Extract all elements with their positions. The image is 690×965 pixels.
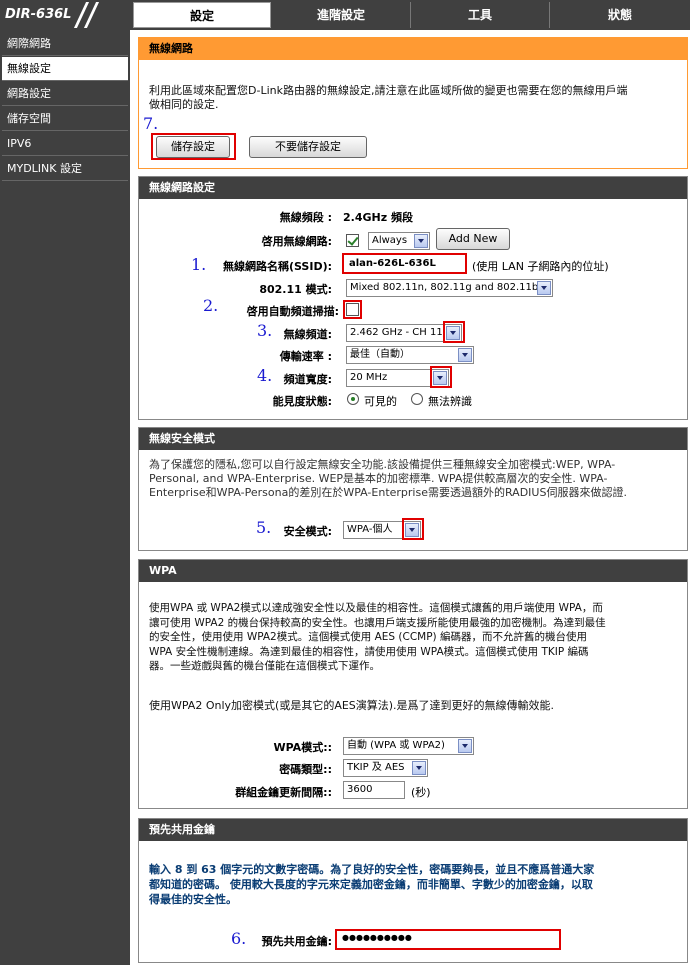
security-mode-panel: 無線安全模式 為了保護您的隱私,您可以自行設定無線安全功能.該設備提供三種無線安…: [138, 427, 688, 551]
sidebar-item-wireless[interactable]: 無線設定: [2, 57, 128, 81]
panel-title: 無線安全模式: [139, 428, 687, 450]
top-navigation-bar: DIR-636L 設定 進階設定 工具 狀態: [0, 0, 690, 30]
psk-description: 輸入 8 到 63 個字元的文數字密碼。為了良好的安全性，密碼要夠長，並且不應爲…: [149, 862, 684, 907]
channel-label: 無線頻道:: [283, 328, 332, 341]
sidebar-item-storage[interactable]: 儲存空間: [2, 107, 128, 131]
wireless-mode-select[interactable]: Mixed 802.11n, 802.11g and 802.11b: [346, 279, 553, 297]
wpa-mode-select[interactable]: 自動 (WPA 或 WPA2): [343, 737, 474, 755]
channel-width-value: 20 MHz: [350, 372, 388, 383]
tab-tools[interactable]: 工具: [411, 2, 549, 28]
description-line: 利用此區域來配置您D-Link路由器的無線設定,請注意在此區域所做的變更也需要在…: [149, 84, 628, 97]
wpa2-only-note: 使用WPA2 Only加密模式(或是其它的AES演算法).是爲了達到更好的無線傳…: [149, 699, 555, 712]
cipher-type-label: 密碼類型::: [279, 763, 332, 776]
rekey-interval-input[interactable]: 3600: [343, 781, 405, 799]
security-mode-label: 安全模式:: [283, 525, 332, 538]
visible-label: 可見的: [364, 395, 397, 408]
mode-label: 802.11 模式:: [259, 283, 332, 296]
description-line: WPA 安全性機制連線。為達到最佳的相容性，請使用使用 WPA模式。這個模式使用…: [149, 645, 589, 658]
description-line: 的安全性，使用使用 WPA2模式。這個模式使用 AES (CCMP) 編碼器，而…: [149, 631, 587, 643]
brand-logo: DIR-636L: [0, 0, 130, 30]
description-line: 使用WPA 或 WPA2模式以達成強安全性以及最佳的相容性。這個模式讓舊的用戶端…: [149, 602, 603, 614]
add-new-schedule-button[interactable]: Add New: [436, 228, 510, 250]
channel-width-label: 頻道寬度:: [283, 373, 332, 386]
ssid-label: 無線網路名稱(SSID):: [222, 260, 332, 273]
panel-title: 無線網路: [139, 38, 687, 60]
visibility-label: 能見度狀態:: [272, 395, 332, 408]
tx-rate-select[interactable]: 最佳（自動）: [346, 346, 474, 364]
wpa-panel: WPA 使用WPA 或 WPA2模式以達成強安全性以及最佳的相容性。這個模式讓舊…: [138, 559, 688, 809]
chevron-down-icon: [414, 234, 428, 248]
save-settings-button[interactable]: 儲存設定: [156, 136, 230, 158]
step-number: 7.: [143, 114, 159, 133]
wpa-description: 使用WPA 或 WPA2模式以達成強安全性以及最佳的相容性。這個模式讓舊的用戶端…: [149, 601, 687, 674]
panel-title: 無線網路設定: [139, 177, 687, 199]
enable-wireless-label: 啓用無線網路:: [261, 235, 332, 248]
cipher-type-select[interactable]: TKIP 及 AES: [343, 759, 428, 777]
ssid-input[interactable]: alan-626L-636L: [349, 258, 436, 269]
ssid-note: (使用 LAN 子網路內的位址): [472, 260, 609, 273]
wpa-mode-value: 自動 (WPA 或 WPA2): [347, 740, 445, 751]
highlight-box: [430, 366, 452, 388]
description-line: 得最佳的安全性。: [149, 893, 237, 906]
visible-radio[interactable]: [347, 393, 359, 405]
wpa-mode-label: WPA模式::: [273, 741, 333, 754]
tx-rate-value: 最佳（自動）: [350, 349, 410, 360]
sidebar-item-internet[interactable]: 網際網路: [2, 32, 128, 56]
chevron-down-icon: [412, 761, 426, 775]
auto-channel-label: 啓用自動頻道掃描:: [246, 305, 339, 318]
chevron-down-icon: [458, 739, 472, 753]
invisible-label: 無法辨識: [428, 395, 472, 408]
highlight-box: [402, 518, 424, 540]
dont-save-settings-button[interactable]: 不要儲存設定: [249, 136, 367, 158]
invisible-radio[interactable]: [411, 393, 423, 405]
panel-title: WPA: [139, 560, 687, 582]
schedule-value: Always: [372, 235, 408, 246]
wireless-network-panel: 無線網路 利用此區域來配置您D-Link路由器的無線設定,請注意在此區域所做的變…: [138, 37, 688, 169]
sidebar-item-ipv6[interactable]: IPV6: [2, 132, 128, 156]
security-mode-value: WPA-個人: [347, 524, 393, 535]
cipher-type-value: TKIP 及 AES: [347, 762, 405, 773]
rekey-interval-label: 群組金鑰更新間隔::: [235, 786, 332, 799]
auto-channel-checkbox[interactable]: [346, 303, 359, 316]
channel-value: 2.462 GHz - CH 11: [350, 327, 443, 338]
chevron-down-icon: [537, 281, 551, 295]
wireless-mode-value: Mixed 802.11n, 802.11g and 802.11b: [350, 282, 539, 293]
description-line: Enterprise和WPA-Persona的差別在於WPA-Enterpris…: [149, 486, 627, 499]
pre-shared-key-panel: 預先共用金鑰 輸入 8 到 63 個字元的文數字密碼。為了良好的安全性，密碼要夠…: [138, 818, 688, 963]
highlight-box: [443, 321, 465, 343]
chevron-down-icon: [458, 348, 472, 362]
rekey-unit: (秒): [411, 786, 431, 799]
band-value: 2.4GHz 頻段: [343, 211, 413, 224]
model-name: DIR-636L: [5, 7, 72, 22]
sidebar-item-mydlink[interactable]: MYDLINK 設定: [2, 157, 128, 181]
tab-setup[interactable]: 設定: [133, 2, 271, 28]
description-line: 器。一些遊戲與舊的機台僅能在這個模式下運作。: [149, 660, 380, 672]
sidebar: 網際網路 無線設定 網路設定 儲存空間 IPV6 MYDLINK 設定: [0, 30, 130, 965]
description-line: Personal, and WPA-Enterprise. WEP是基本的加密標…: [149, 472, 608, 485]
sidebar-item-network[interactable]: 網路設定: [2, 82, 128, 106]
description-line: 都知道的密碼。 使用較大長度的字元來定義加密金鑰，而非簡單、字數少的加密金鑰，以…: [149, 878, 593, 891]
description-line: 讓可使用 WPA2 的機台保持較高的安全性。也讓用戶端支援所能使用最強的加密機制…: [149, 616, 606, 629]
band-label: 無線頻段 :: [279, 211, 332, 224]
wireless-settings-panel: 無線網路設定 無線頻段 : 2.4GHz 頻段 啓用無線網路: Always A…: [138, 176, 688, 420]
schedule-select[interactable]: Always: [368, 232, 430, 250]
description-line: 為了保護您的隱私,您可以自行設定無線安全功能.該設備提供三種無線安全加密模式:W…: [149, 458, 616, 471]
psk-label: 預先共用金鑰:: [261, 935, 332, 948]
description-line: 輸入 8 到 63 個字元的文數字密碼。為了良好的安全性，密碼要夠長，並且不應爲…: [149, 863, 595, 876]
panel-title: 預先共用金鑰: [139, 819, 687, 841]
psk-input[interactable]: ●●●●●●●●●●: [342, 933, 412, 942]
tab-advanced[interactable]: 進階設定: [272, 2, 410, 28]
description-line: 做相同的設定.: [149, 98, 219, 111]
security-description: 為了保護您的隱私,您可以自行設定無線安全功能.該設備提供三種無線安全加密模式:W…: [149, 458, 684, 500]
enable-wireless-checkbox[interactable]: [346, 234, 359, 247]
panel-description: 利用此區域來配置您D-Link路由器的無線設定,請注意在此區域所做的變更也需要在…: [149, 84, 684, 112]
tx-rate-label: 傳輸速率 :: [279, 350, 332, 363]
tab-status[interactable]: 狀態: [550, 2, 690, 28]
